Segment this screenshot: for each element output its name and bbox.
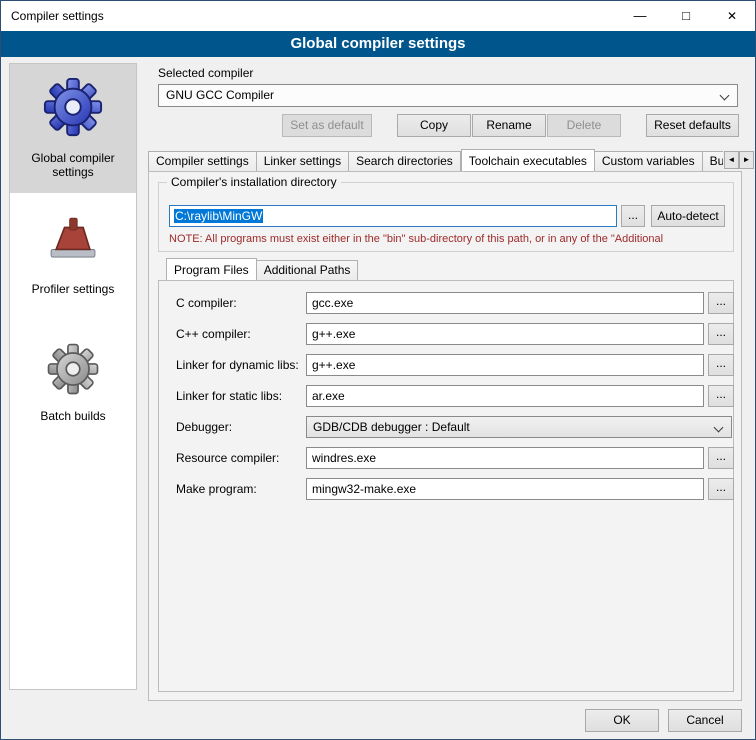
maximize-button[interactable]: □ [663, 1, 709, 31]
dynamic-linker-browse-button[interactable]: ... [708, 354, 734, 376]
copy-button[interactable]: Copy [397, 114, 471, 137]
chevron-down-icon [720, 91, 730, 101]
rename-button[interactable]: Rename [472, 114, 546, 137]
sidebar-item-batch-builds[interactable]: Batch builds [10, 330, 136, 437]
dynamic-linker-label: Linker for dynamic libs: [176, 358, 299, 372]
note-text: NOTE: All programs must exist either in … [169, 233, 727, 245]
field-row-debugger: Debugger: GDB/CDB debugger : Default [158, 416, 734, 439]
install-dir-browse-button[interactable]: ... [621, 205, 645, 227]
sidebar-item-label: Batch builds [14, 409, 132, 423]
sidebar-item-profiler-settings[interactable]: Profiler settings [10, 201, 136, 310]
field-row-dynamic-linker: Linker for dynamic libs: g++.exe ... [158, 354, 734, 377]
sidebar-item-label: Global compiler settings [14, 151, 132, 179]
debugger-value: GDB/CDB debugger : Default [313, 420, 470, 434]
subtab-additional-paths[interactable]: Additional Paths [257, 260, 359, 280]
window-title: Compiler settings [11, 9, 104, 23]
c-compiler-input[interactable]: gcc.exe [306, 292, 704, 314]
close-button[interactable]: ✕ [709, 1, 755, 31]
gear-blue-icon [14, 76, 132, 141]
gear-gray-icon [14, 342, 132, 399]
tab-scroll-right-button[interactable]: ► [739, 151, 754, 169]
field-row-c-compiler: C compiler: gcc.exe ... [158, 292, 734, 315]
c-compiler-browse-button[interactable]: ... [708, 292, 734, 314]
minimize-button[interactable]: — [617, 1, 663, 31]
field-row-cpp-compiler: C++ compiler: g++.exe ... [158, 323, 734, 346]
field-row-make-program: Make program: mingw32-make.exe ... [158, 478, 734, 501]
subtab-program-files[interactable]: Program Files [166, 258, 257, 280]
ok-button[interactable]: OK [585, 709, 659, 732]
sidebar: Global compiler settings Profiler settin… [9, 63, 137, 690]
make-program-browse-button[interactable]: ... [708, 478, 734, 500]
tab-build-options[interactable]: Buil [703, 151, 723, 171]
compiler-settings-window: Compiler settings — □ ✕ Global compiler … [0, 0, 756, 740]
toolchain-subtabstrip: Program Files Additional Paths [166, 257, 566, 280]
tab-custom-variables[interactable]: Custom variables [595, 151, 703, 171]
install-dir-input[interactable]: C:\raylib\MinGW [169, 205, 617, 227]
selected-compiler-value: GNU GCC Compiler [166, 88, 274, 102]
cpp-compiler-browse-button[interactable]: ... [708, 323, 734, 345]
field-row-static-linker: Linker for static libs: ar.exe ... [158, 385, 734, 408]
tab-scroll-left-button[interactable]: ◄ [724, 151, 739, 169]
cpp-compiler-label: C++ compiler: [176, 327, 251, 341]
reset-defaults-button[interactable]: Reset defaults [646, 114, 739, 137]
cpp-compiler-input[interactable]: g++.exe [306, 323, 704, 345]
dialog-header-title: Global compiler settings [1, 31, 755, 57]
static-linker-browse-button[interactable]: ... [708, 385, 734, 407]
compiler-tabstrip: Compiler settings Linker settings Search… [148, 148, 723, 171]
selected-compiler-label: Selected compiler [158, 66, 253, 80]
make-program-input[interactable]: mingw32-make.exe [306, 478, 704, 500]
tab-toolchain-executables[interactable]: Toolchain executables [461, 149, 595, 171]
tab-linker-settings[interactable]: Linker settings [257, 151, 349, 171]
static-linker-label: Linker for static libs: [176, 389, 282, 403]
dynamic-linker-input[interactable]: g++.exe [306, 354, 704, 376]
install-dir-group-title: Compiler's installation directory [167, 175, 341, 189]
tab-search-directories[interactable]: Search directories [349, 151, 461, 171]
set-as-default-button: Set as default [282, 114, 372, 137]
delete-button: Delete [547, 114, 621, 137]
resource-compiler-label: Resource compiler: [176, 451, 279, 465]
sidebar-item-global-compiler-settings[interactable]: Global compiler settings [10, 64, 136, 193]
tab-compiler-settings[interactable]: Compiler settings [148, 151, 257, 171]
install-dir-value: C:\raylib\MinGW [174, 209, 263, 223]
make-program-label: Make program: [176, 482, 257, 496]
titlebar: Compiler settings — □ ✕ [1, 1, 755, 31]
cancel-button[interactable]: Cancel [668, 709, 742, 732]
selected-compiler-select[interactable]: GNU GCC Compiler [158, 84, 738, 107]
debugger-select[interactable]: GDB/CDB debugger : Default [306, 416, 732, 438]
static-linker-input[interactable]: ar.exe [306, 385, 704, 407]
caption-buttons: — □ ✕ [617, 1, 755, 31]
chevron-down-icon [714, 423, 724, 433]
autodetect-button[interactable]: Auto-detect [651, 205, 725, 227]
c-compiler-label: C compiler: [176, 296, 237, 310]
profiler-tool-icon [14, 213, 132, 272]
sidebar-item-label: Profiler settings [14, 282, 132, 296]
field-row-resource-compiler: Resource compiler: windres.exe ... [158, 447, 734, 470]
install-dir-group: Compiler's installation directory C:\ray… [158, 182, 734, 252]
debugger-label: Debugger: [176, 420, 232, 434]
resource-compiler-browse-button[interactable]: ... [708, 447, 734, 469]
resource-compiler-input[interactable]: windres.exe [306, 447, 704, 469]
